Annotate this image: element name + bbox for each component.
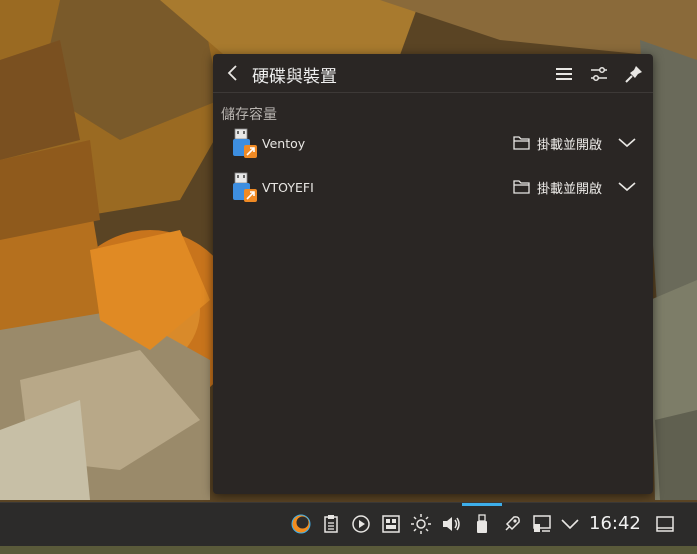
popup-header: 硬碟與裝置 <box>213 54 653 93</box>
menu-icon[interactable] <box>553 63 575 85</box>
device-name: Ventoy <box>262 136 306 151</box>
mount-and-open-button[interactable]: 掛載並開啟 <box>513 132 607 154</box>
taskbar: 16:42 <box>0 502 697 547</box>
chevron-down-icon[interactable] <box>559 513 581 535</box>
back-icon[interactable] <box>223 63 243 83</box>
popup-title: 硬碟與裝置 <box>252 67 337 87</box>
plasma-logo-icon[interactable] <box>290 513 312 535</box>
mount-and-open-button[interactable]: 掛載並開啟 <box>513 176 607 198</box>
mount-and-open-label: 掛載並開啟 <box>537 138 603 153</box>
configure-icon[interactable] <box>588 63 610 85</box>
device-item-vtoyefi[interactable]: VTOYEFI 掛載並開啟 <box>213 168 653 208</box>
network-icon[interactable] <box>531 513 553 535</box>
brightness-icon[interactable] <box>410 513 432 535</box>
volume-icon[interactable] <box>440 513 462 535</box>
device-name: VTOYEFI <box>262 180 314 195</box>
chevron-down-icon[interactable] <box>616 176 638 198</box>
folder-icon <box>513 136 530 150</box>
media-player-icon[interactable] <box>350 513 372 535</box>
folder-icon <box>513 180 530 194</box>
pin-icon[interactable] <box>623 63 645 85</box>
device-item-ventoy[interactable]: Ventoy 掛載並開啟 <box>213 124 653 164</box>
bottom-edge <box>0 546 697 554</box>
usb-drive-icon <box>233 172 257 202</box>
kde-connect-icon[interactable] <box>501 513 523 535</box>
clock[interactable]: 16:42 <box>589 513 641 534</box>
mount-and-open-label: 掛載並開啟 <box>537 182 603 197</box>
usb-drive-icon[interactable] <box>471 513 493 535</box>
disks-and-devices-popup: 硬碟與裝置 儲存容量 Ventoy 掛載並開啟 VTOYEFI 掛載並開啟 <box>213 54 653 494</box>
show-desktop-icon[interactable] <box>654 513 676 535</box>
section-heading-storage: 儲存容量 <box>221 107 277 123</box>
usb-drive-icon <box>233 128 257 158</box>
chevron-down-icon[interactable] <box>616 132 638 154</box>
keyboard-layout-icon[interactable] <box>380 513 402 535</box>
active-indicator <box>462 503 502 506</box>
clipboard-icon[interactable] <box>320 513 342 535</box>
